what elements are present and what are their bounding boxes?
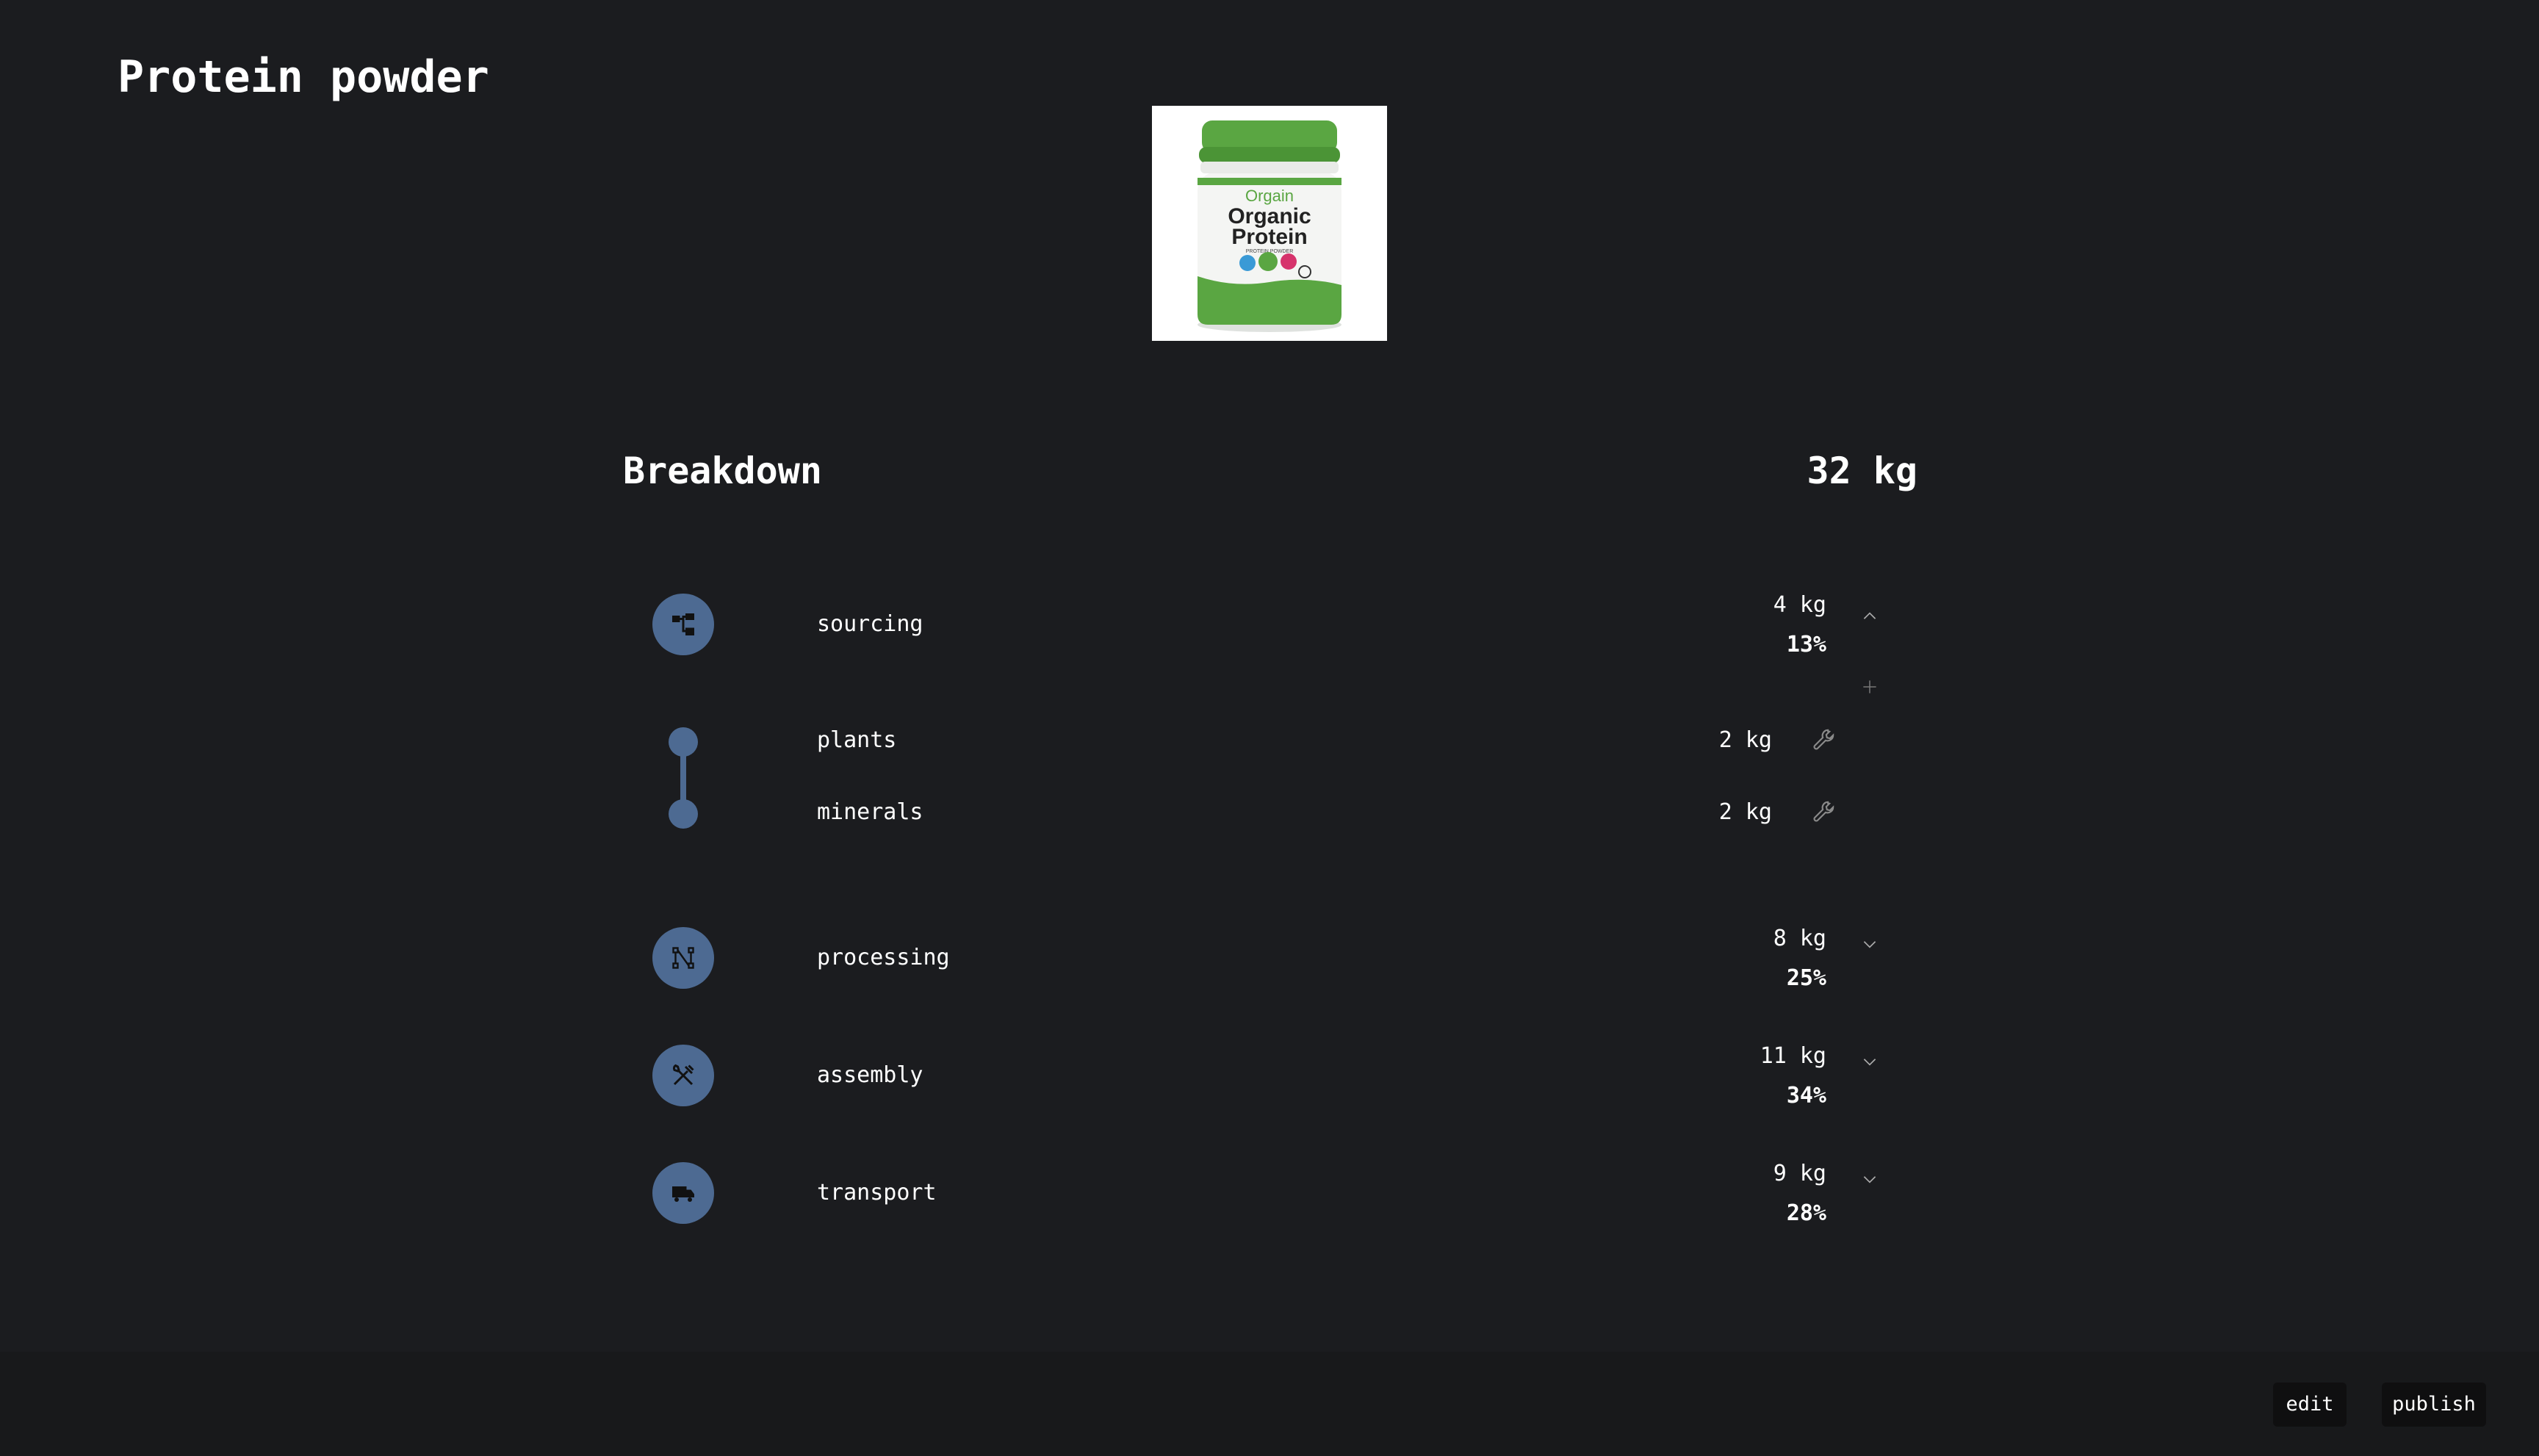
wrench-icon [1813,801,1834,822]
sub-item-kg-minerals: 2 kg [1718,799,1772,825]
edit-minerals-button[interactable] [1809,796,1841,829]
plus-icon [1863,680,1876,693]
sub-item-kg-plants: 2 kg [1718,727,1772,753]
chevron-down-icon [1863,1059,1876,1066]
breakdown-total: 32 kg [1807,450,1917,492]
category-kg-processing: 8 kg [1773,926,1826,951]
category-kg-transport: 9 kg [1773,1161,1826,1186]
category-label-transport: transport [817,1180,937,1205]
collapse-sourcing-button[interactable] [1859,605,1881,627]
footer-bar [0,1352,2539,1456]
product-line2-text: Protein [1231,225,1307,249]
category-label-sourcing: sourcing [817,611,923,637]
category-pct-processing: 25% [1786,965,1826,991]
truck-icon [652,1162,714,1224]
expand-transport-button[interactable] [1859,1168,1881,1190]
chevron-down-icon [1863,1176,1876,1183]
category-label-assembly: assembly [817,1062,923,1088]
category-pct-sourcing: 13% [1786,632,1826,657]
add-sourcing-item-button[interactable] [1859,676,1881,698]
breakdown-title: Breakdown [623,450,822,492]
page-title: Protein powder [118,51,489,103]
category-label-processing: processing [817,945,950,970]
product-brand-text: Orgain [1245,187,1294,205]
process-nodes-icon [652,927,714,989]
category-kg-assembly: 11 kg [1760,1043,1826,1069]
sub-item-connector [666,726,701,832]
edit-plants-button[interactable] [1809,724,1841,757]
expand-assembly-button[interactable] [1859,1050,1881,1073]
category-kg-sourcing: 4 kg [1773,592,1826,618]
sub-item-label-minerals: minerals [817,799,923,825]
wrench-icon [1813,729,1834,750]
hierarchy-icon [652,594,714,655]
sub-item-label-plants: plants [817,727,897,753]
publish-button[interactable]: publish [2382,1383,2486,1427]
page: Protein powder Orgain Organic Protein PR… [0,0,2539,1456]
edit-button[interactable]: edit [2273,1383,2347,1427]
tools-icon [652,1045,714,1106]
chevron-up-icon [1863,612,1876,619]
chevron-down-icon [1863,941,1876,948]
category-pct-transport: 28% [1786,1200,1826,1226]
expand-processing-button[interactable] [1859,933,1881,955]
product-image: Orgain Organic Protein PROTEIN POWDER [1152,106,1387,341]
category-pct-assembly: 34% [1786,1083,1826,1109]
